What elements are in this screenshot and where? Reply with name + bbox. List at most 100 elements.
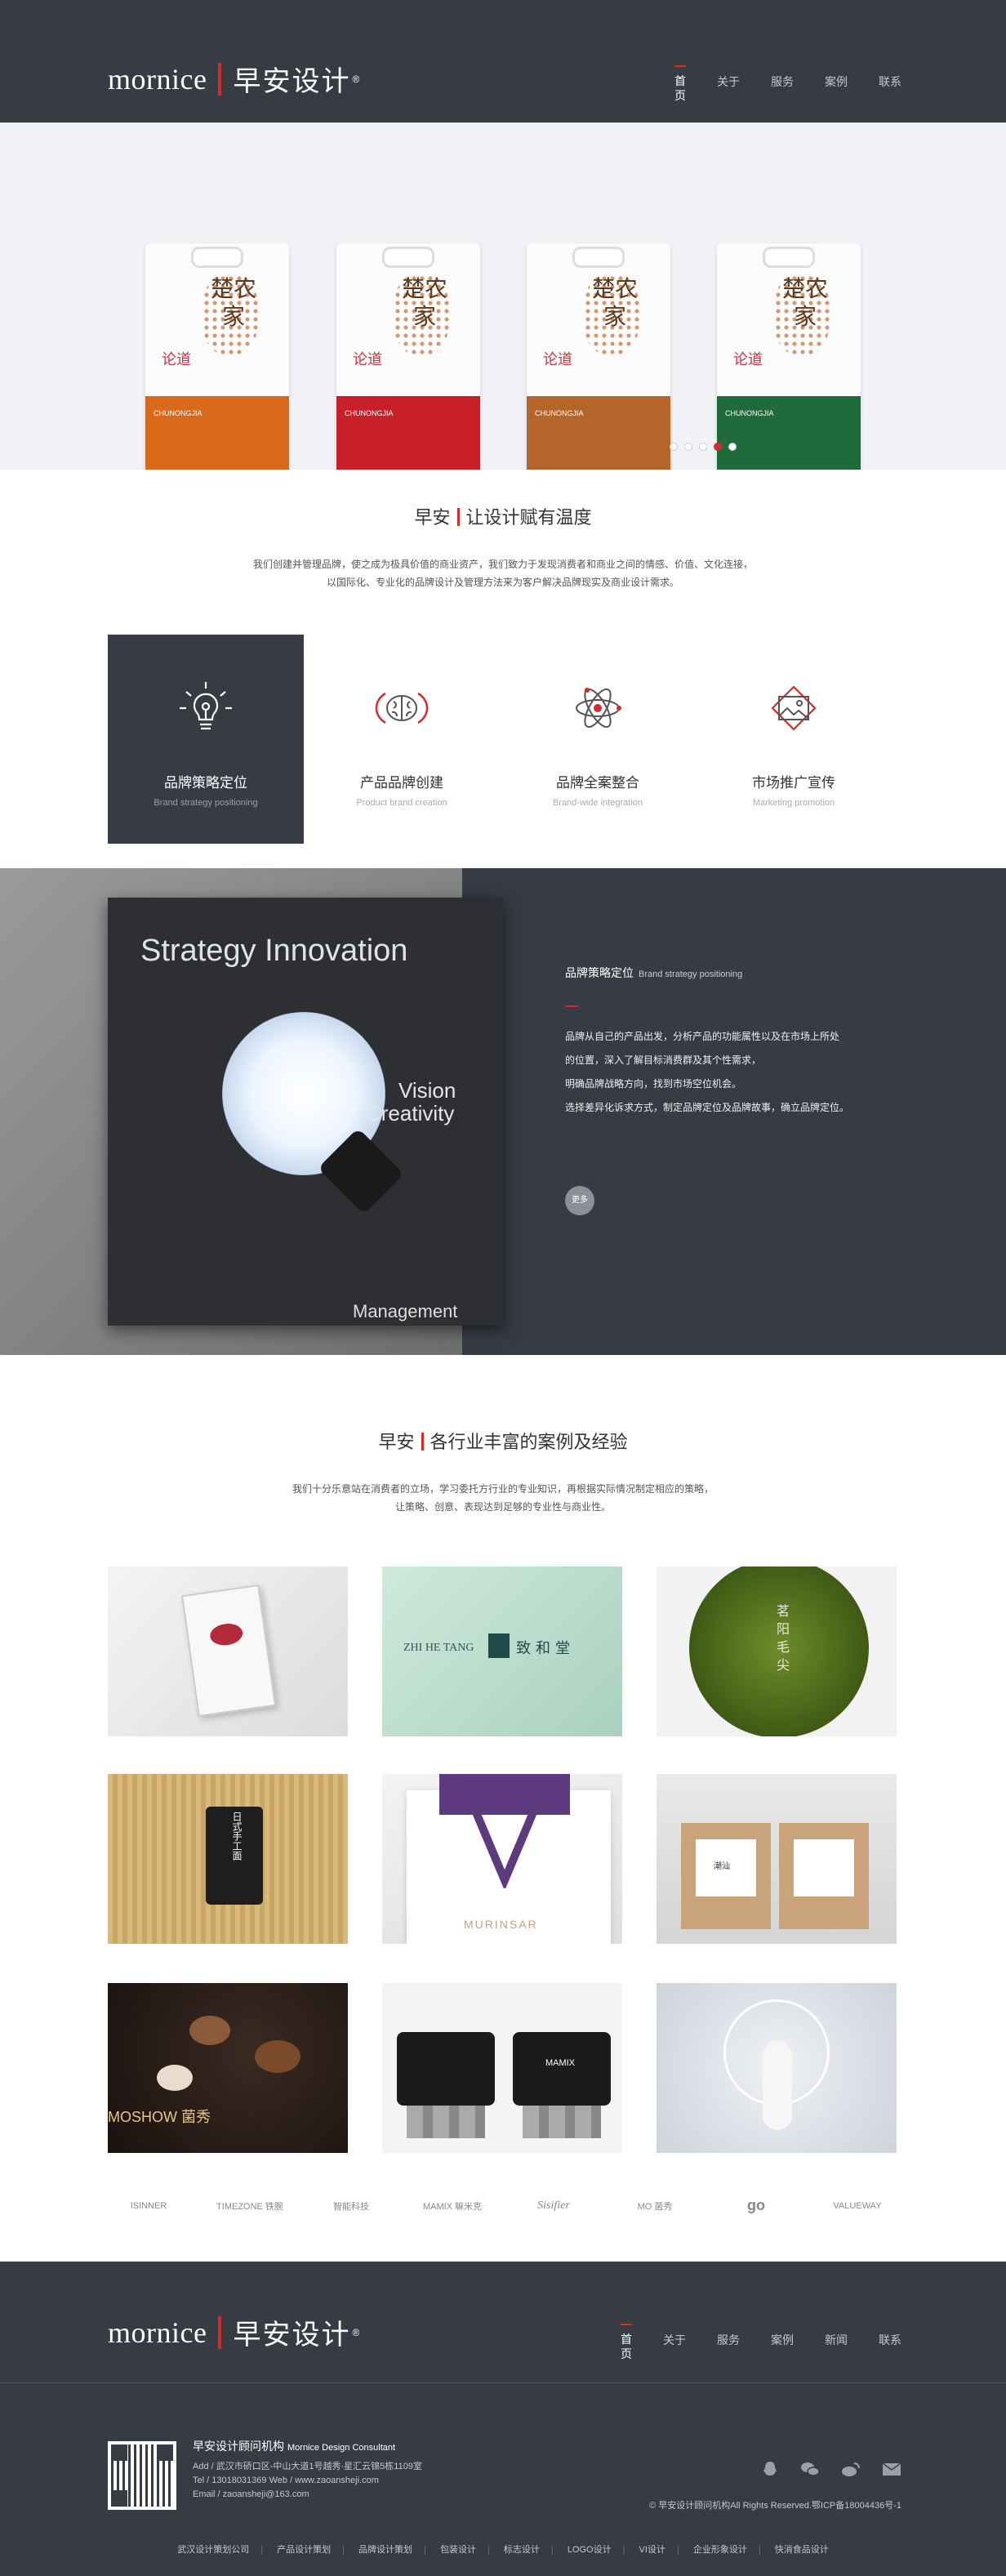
case-item-mushroom[interactable]: MOSHOW 菌秀 bbox=[108, 1983, 348, 2153]
site-header: mornice 早安设计 ® 首页 关于 服务 案例 联系 bbox=[0, 0, 1006, 123]
brand-logo: MAMIX 嘛米克 bbox=[422, 2201, 483, 2212]
service-card-product[interactable]: 产品品牌创建 Product brand creation bbox=[304, 635, 500, 844]
case-item-mamix[interactable]: MAMIX bbox=[382, 1983, 622, 2153]
case-item-murinsar[interactable]: MURINSAR bbox=[382, 1774, 622, 1944]
bag-band-text: CHUNONGJIA bbox=[725, 409, 774, 417]
company-name-en: Mornice Design Consultant bbox=[287, 2443, 396, 2453]
footer-nav-cases[interactable]: 案例 bbox=[771, 2332, 794, 2361]
mushroom bbox=[157, 2065, 193, 2091]
case-label: 日式手工面 bbox=[231, 1812, 243, 1861]
more-button[interactable]: 更多 bbox=[565, 1186, 594, 1215]
registered-mark: ® bbox=[352, 73, 360, 85]
logo-divider bbox=[218, 2315, 222, 2349]
strategy-line: 的位置，深入了解目标消费群及其个性需求， bbox=[565, 1054, 762, 1066]
bag-small-text: 论道 bbox=[162, 351, 191, 368]
cases-line: 我们十分乐意站在消费者的立场，学习委托方行业的专业知识，再根据实际情况制定相应的… bbox=[292, 1483, 714, 1495]
footer-nav-about[interactable]: 关于 bbox=[663, 2332, 686, 2361]
intro-line: 我们创建并管理品牌，使之成为极具价值的商业资产，我们致力于发现消费者和商业之间的… bbox=[252, 559, 753, 570]
slider-dot[interactable] bbox=[699, 443, 707, 451]
footer-nav-contact[interactable]: 联系 bbox=[879, 2332, 901, 2361]
slider-dots bbox=[670, 443, 737, 451]
hero-banner[interactable]: 楚农家 论道 CHUNONGJIA 楚农家 论道 CHUNONGJIA 楚农家 … bbox=[0, 123, 1006, 470]
brand-logo: MO 菌秀 bbox=[637, 2201, 673, 2212]
weibo-icon[interactable] bbox=[841, 2460, 861, 2478]
intro-title: 早安 让设计赋有温度 bbox=[0, 503, 1006, 529]
copyright: © 早安设计顾问机构All Rights Reserved.鄂ICP备18004… bbox=[649, 2501, 901, 2511]
company-tel: Tel / 13018031369 Web / www.zaoansheji.c… bbox=[193, 2476, 379, 2485]
slider-dot[interactable] bbox=[728, 443, 737, 451]
logo-cn: 早安设计 bbox=[233, 2320, 351, 2351]
case-item-gift-box[interactable] bbox=[108, 1567, 348, 1736]
strategy-line: 品牌从自己的产品出发，分析产品的功能属性以及在市场上所处 bbox=[565, 1031, 840, 1042]
slider-dot-active[interactable] bbox=[714, 443, 722, 451]
seo-link[interactable]: 快消食品设计 bbox=[763, 2545, 840, 2555]
service-card-strategy[interactable]: 品牌策略定位 Brand strategy positioning bbox=[108, 635, 304, 844]
footer-nav: 首页 关于 服务 案例 新闻 联系 bbox=[621, 2324, 901, 2361]
kraft-box bbox=[779, 1823, 869, 1929]
qq-icon[interactable] bbox=[761, 2460, 779, 2478]
seo-link[interactable]: LOGO设计 bbox=[556, 2545, 623, 2555]
footer-nav-home[interactable]: 首页 bbox=[621, 2324, 632, 2361]
lightbulb-icon bbox=[180, 682, 232, 730]
brand-logo: go bbox=[747, 2197, 765, 2213]
service-card-integration[interactable]: 品牌全案整合 Brand-wide integration bbox=[500, 635, 696, 844]
service-card-marketing[interactable]: 市场推广宣传 Marketing promotion bbox=[696, 635, 892, 844]
case-label: 潮汕 bbox=[714, 1862, 730, 1871]
bag-small-text: 论道 bbox=[353, 351, 382, 368]
company-info: 早安设计顾问机构 Mornice Design Consultant Add / … bbox=[193, 2440, 422, 2502]
intro-line: 以国际化、专业化的品牌设计及管理方法来为客户解决品牌现实及商业设计需求。 bbox=[326, 577, 679, 588]
bag-brand-chars: 楚农家 bbox=[782, 277, 829, 330]
nav-contact[interactable]: 联系 bbox=[879, 74, 901, 103]
seo-links: 武汉设计策划公司 | 产品设计策划 | 品牌设计策划 | 包装设计 | 标志设计 | LO… bbox=[0, 2543, 1006, 2556]
brand-logo: Sisifier bbox=[537, 2199, 570, 2212]
brain-icon bbox=[375, 692, 429, 724]
board-vision: Vision bbox=[398, 1078, 456, 1103]
rice-bag-red: 楚农家 论道 CHUNONGJIA bbox=[336, 243, 480, 470]
footer-nav-services[interactable]: 服务 bbox=[717, 2332, 740, 2361]
picture-icon bbox=[771, 685, 817, 731]
footer-logo[interactable]: mornice 早安设计 ® bbox=[108, 2312, 359, 2352]
rice-bag-brown: 楚农家 论道 CHUNONGJIA bbox=[527, 243, 670, 470]
case-item-yoga[interactable] bbox=[657, 1983, 897, 2153]
company-email[interactable]: Email / zaoansheji@163.com bbox=[193, 2488, 422, 2502]
slider-dot[interactable] bbox=[670, 443, 678, 451]
seo-link[interactable]: 产品设计策划 bbox=[265, 2545, 342, 2555]
nav-about[interactable]: 关于 bbox=[717, 74, 740, 103]
seo-link[interactable]: 企业形象设计 bbox=[682, 2545, 759, 2555]
case-item-noodle[interactable]: 日式手工面 bbox=[108, 1774, 348, 1944]
bag-brand-chars: 楚农家 bbox=[402, 277, 448, 330]
slider-dot[interactable] bbox=[684, 443, 692, 451]
service-title: 品牌策略定位 bbox=[164, 775, 247, 791]
seo-link[interactable]: 武汉设计策划公司 bbox=[166, 2545, 260, 2555]
nav-services[interactable]: 服务 bbox=[771, 74, 794, 103]
case-label-cn: 致和堂 bbox=[516, 1640, 575, 1656]
email-icon[interactable] bbox=[882, 2460, 901, 2478]
service-title: 产品品牌创建 bbox=[360, 775, 443, 791]
footer-divider bbox=[0, 2382, 1006, 2383]
company-address: Add / 武汉市硚口区-中山大道1号越秀·星汇云锦5栋1109室 bbox=[193, 2462, 422, 2471]
nav-cases[interactable]: 案例 bbox=[825, 74, 848, 103]
service-subtitle: Product brand creation bbox=[356, 798, 447, 808]
main-nav: 首页 关于 服务 案例 联系 bbox=[674, 65, 901, 103]
seo-link[interactable]: 标志设计 bbox=[492, 2545, 551, 2555]
mushroom bbox=[255, 2040, 300, 2073]
logo[interactable]: mornice 早安设计 ® bbox=[108, 59, 359, 99]
case-label: ZHI HE TANG bbox=[403, 1642, 474, 1654]
brand-logo: 智能科技 bbox=[333, 2201, 369, 2212]
gift-bag-black bbox=[397, 2032, 495, 2106]
case-item-boxes[interactable]: 潮汕 bbox=[657, 1774, 897, 1944]
case-item-tea[interactable]: 茗阳毛尖 bbox=[657, 1567, 897, 1736]
box-label bbox=[794, 1839, 854, 1896]
bag-brand-chars: 楚农家 bbox=[592, 277, 639, 330]
footer-nav-news[interactable]: 新闻 bbox=[825, 2332, 848, 2361]
case-label: 茗阳毛尖 bbox=[774, 1604, 788, 1676]
nav-home[interactable]: 首页 bbox=[674, 65, 686, 103]
seo-link[interactable]: 包装设计 bbox=[429, 2545, 487, 2555]
case-label: MOSHOW 菌秀 bbox=[108, 2109, 211, 2125]
seo-link[interactable]: VI设计 bbox=[628, 2545, 677, 2555]
strategy-title: 品牌策略定位 Brand strategy positioning bbox=[565, 965, 849, 981]
strategy-paragraph: 品牌从自己的产品出发，分析产品的功能属性以及在市场上所处 的位置，深入了解目标消… bbox=[565, 1025, 849, 1120]
seo-link[interactable]: 品牌设计策划 bbox=[347, 2545, 424, 2555]
case-item-zhihetang[interactable]: ZHI HE TANG 致和堂 bbox=[382, 1567, 622, 1736]
wechat-icon[interactable] bbox=[800, 2460, 820, 2478]
